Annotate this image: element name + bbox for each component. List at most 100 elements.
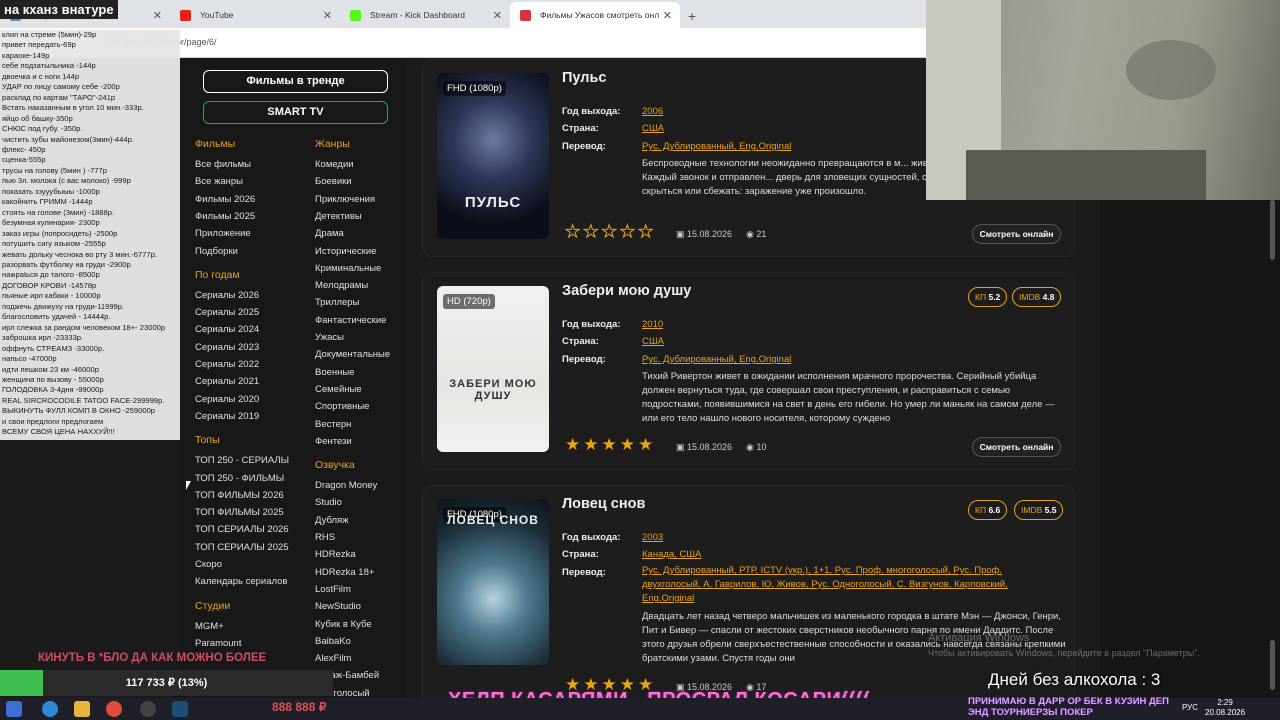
star-icon[interactable]: ★	[564, 223, 580, 241]
country-link[interactable]: США	[642, 123, 664, 134]
star-rating[interactable]: ★ ★ ★ ★ ★	[565, 436, 653, 453]
translation-link[interactable]: Рус. Дублированный, Eng.Original	[642, 141, 791, 152]
menu-link[interactable]: ТОП ФИЛЬМЫ 2025	[195, 507, 284, 518]
star-icon[interactable]: ★	[565, 436, 580, 453]
translation-link[interactable]: Рус. Дублированный, Eng.Original	[642, 354, 791, 365]
chrome-icon[interactable]	[106, 701, 122, 717]
menu-link[interactable]: Исторические	[315, 246, 376, 257]
menu-link[interactable]: Фантастические	[315, 315, 386, 326]
menu-link[interactable]: Фильмы 2026	[195, 194, 255, 205]
steam-icon[interactable]	[172, 701, 188, 717]
menu-link[interactable]: Календарь сериалов	[195, 576, 287, 587]
watch-online-button[interactable]: Смотреть онлайн	[972, 224, 1061, 244]
watch-online-button[interactable]: Смотреть онлайн	[972, 437, 1061, 457]
menu-link[interactable]: Все жанры	[195, 176, 243, 187]
new-tab-icon[interactable]: +	[680, 8, 704, 28]
menu-link[interactable]: Сериалы 2025	[195, 307, 259, 318]
movie-poster[interactable]: FHD (1080p) ЛОВЕЦ СНОВ	[437, 499, 549, 665]
star-icon[interactable]: ★	[619, 223, 635, 241]
menu-link[interactable]: Криминальные	[315, 263, 381, 274]
menu-link[interactable]: BaibaKo	[315, 636, 351, 647]
menu-link[interactable]: Фильмы 2025	[195, 211, 255, 222]
menu-link[interactable]: Комедии	[315, 159, 354, 170]
explorer-icon[interactable]	[74, 701, 90, 717]
menu-link[interactable]: Сериалы 2019	[195, 411, 259, 422]
menu-link[interactable]: Семейные	[315, 384, 362, 395]
menu-link[interactable]: LostFilm	[315, 584, 351, 595]
menu-link[interactable]: Сериалы 2026	[195, 290, 259, 301]
menu-link[interactable]: Сериалы 2020	[195, 394, 259, 405]
menu-link[interactable]: Приключения	[315, 194, 375, 205]
movie-poster[interactable]: FHD (1080p) ПУЛЬС	[437, 73, 549, 239]
country-link[interactable]: США	[642, 336, 664, 347]
menu-link[interactable]: Ужасы	[315, 332, 344, 343]
star-icon[interactable]: ★	[638, 436, 653, 453]
close-icon[interactable]: ✕	[493, 9, 502, 22]
star-rating[interactable]: ★ ★ ★ ★ ★	[564, 223, 653, 241]
menu-link[interactable]: MGM+	[195, 621, 224, 632]
menu-link[interactable]: Studio	[315, 497, 342, 508]
menu-link[interactable]: Сериалы 2022	[195, 359, 259, 370]
menu-link[interactable]: Триллеры	[315, 297, 359, 308]
tab-kick[interactable]: Stream - Kick Dashboard ✕	[340, 2, 510, 28]
menu-link[interactable]: Paramount	[195, 638, 241, 649]
scrollbar-thumb[interactable]	[1270, 640, 1275, 690]
menu-link[interactable]: Все фильмы	[195, 159, 251, 170]
year-link[interactable]: 2006	[642, 106, 663, 117]
start-icon[interactable]	[6, 701, 22, 717]
smart-tv-button[interactable]: SMART TV	[203, 101, 388, 124]
menu-link[interactable]: AlexFilm	[315, 653, 351, 664]
menu-link[interactable]: NewStudio	[315, 601, 361, 612]
star-icon[interactable]: ★	[637, 223, 653, 241]
tab-horror[interactable]: Фильмы Ужасов смотреть онл ✕	[510, 2, 680, 28]
movie-title[interactable]: Пульс	[562, 70, 606, 86]
menu-link[interactable]: Вестерн	[315, 419, 351, 430]
star-icon[interactable]: ★	[620, 436, 635, 453]
menu-link[interactable]: HDRezka 18+	[315, 567, 374, 578]
menu-link[interactable]: Dragon Money	[315, 480, 377, 491]
obs-icon[interactable]	[140, 701, 156, 717]
edge-icon[interactable]	[42, 701, 58, 717]
menu-link[interactable]: Боевики	[315, 176, 352, 187]
tab-youtube[interactable]: YouTube ✕	[170, 2, 340, 28]
trending-button[interactable]: Фильмы в тренде	[203, 70, 388, 93]
menu-link[interactable]: Военные	[315, 367, 355, 378]
menu-link[interactable]: Мелодрамы	[315, 280, 368, 291]
menu-link[interactable]: ТОП 250 - ФИЛЬМЫ	[195, 473, 284, 484]
menu-link[interactable]: ТОП СЕРИАЛЫ 2026	[195, 524, 289, 535]
menu-link[interactable]: Кубик в Кубе	[315, 619, 372, 630]
menu-link[interactable]: Фентези	[315, 436, 352, 447]
menu-link[interactable]: RHS	[315, 532, 335, 543]
menu-link[interactable]: Документальные	[315, 349, 390, 360]
translation-link[interactable]: Рус. Дублированный, РТР, ICTV (укр.), 1+…	[642, 564, 1062, 606]
movie-poster[interactable]: HD (720p) ЗАБЕРИ МОЮ ДУШУ	[437, 286, 549, 452]
clock[interactable]: 2:29 20.08.2026	[1205, 698, 1245, 718]
close-icon[interactable]: ✕	[153, 9, 162, 22]
close-icon[interactable]: ✕	[663, 9, 672, 22]
menu-link[interactable]: Дубляж	[315, 515, 349, 526]
scrollbar-thumb[interactable]	[1270, 200, 1275, 260]
movie-title[interactable]: Забери мою душу	[562, 283, 691, 299]
menu-link[interactable]: Подборки	[195, 246, 238, 257]
menu-link[interactable]: Спортивные	[315, 401, 369, 412]
language-indicator[interactable]: РУС	[1182, 703, 1198, 712]
star-icon[interactable]: ★	[583, 436, 598, 453]
menu-link[interactable]: Скоро	[195, 559, 222, 570]
menu-link[interactable]: ТОП СЕРИАЛЫ 2025	[195, 542, 289, 553]
year-link[interactable]: 2003	[642, 532, 663, 543]
close-icon[interactable]: ✕	[323, 9, 332, 22]
menu-link[interactable]: HDRezka	[315, 549, 356, 560]
country-link[interactable]: Канада, США	[642, 549, 701, 560]
menu-link[interactable]: Драма	[315, 228, 344, 239]
menu-link[interactable]: Детективы	[315, 211, 362, 222]
star-icon[interactable]: ★	[601, 223, 617, 241]
star-icon[interactable]: ★	[583, 223, 599, 241]
menu-link[interactable]: Приложение	[195, 228, 251, 239]
menu-link[interactable]: Сериалы 2021	[195, 376, 259, 387]
menu-link[interactable]: Сериалы 2023	[195, 342, 259, 353]
star-icon[interactable]: ★	[602, 436, 617, 453]
menu-link[interactable]: ТОП ФИЛЬМЫ 2026	[195, 490, 284, 501]
menu-link[interactable]: Сериалы 2024	[195, 324, 259, 335]
year-link[interactable]: 2010	[642, 319, 663, 330]
menu-link[interactable]: ТОП 250 - СЕРИАЛЫ	[195, 455, 289, 466]
